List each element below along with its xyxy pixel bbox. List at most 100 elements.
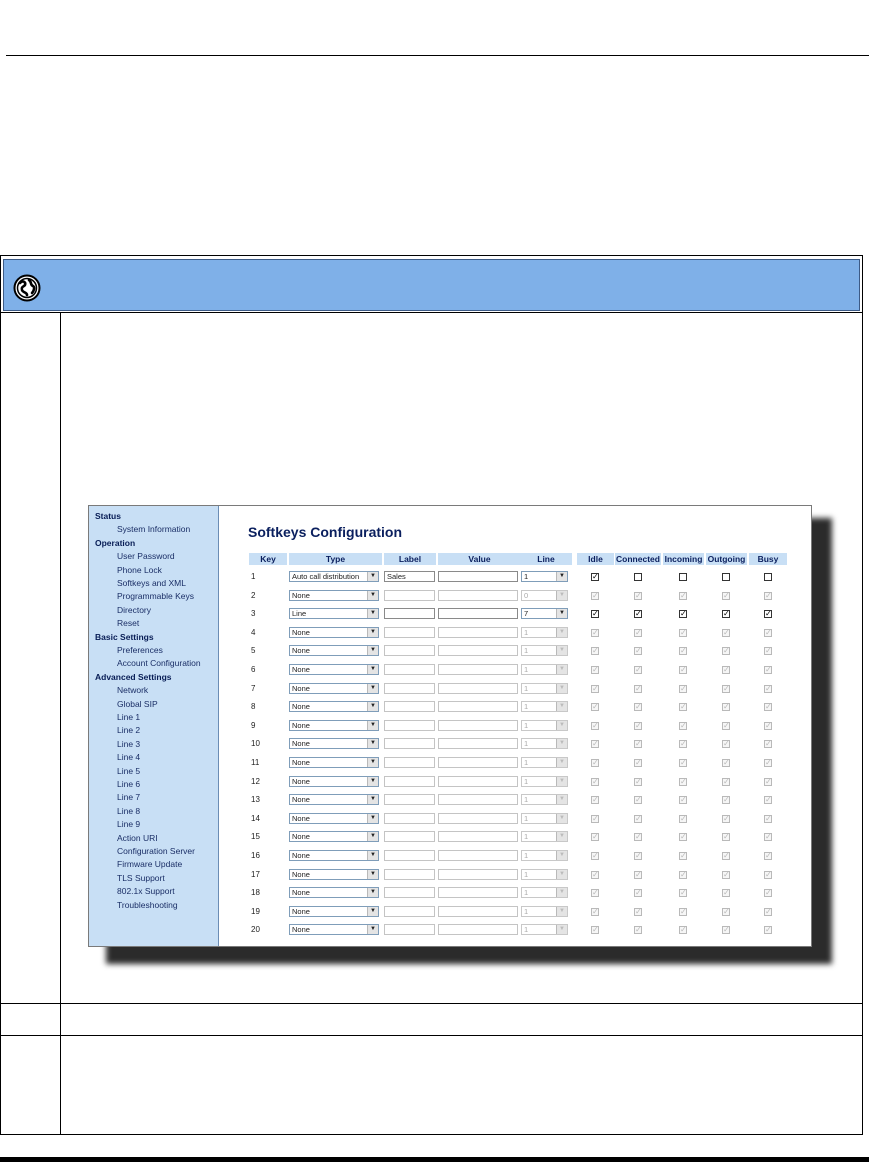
outgoing-checkbox[interactable]: ✓ (722, 703, 730, 712)
type-select[interactable]: None ▼ (289, 868, 379, 880)
label-field[interactable] (384, 589, 435, 601)
incoming-checkbox[interactable]: ✓ (679, 814, 687, 823)
label-field[interactable] (384, 831, 435, 843)
outgoing-checkbox[interactable]: ✓ (722, 721, 730, 730)
line-select[interactable]: 1 ▼ (521, 645, 568, 657)
incoming-checkbox[interactable]: ✓ (679, 759, 687, 767)
nav-link-network[interactable]: Network (117, 685, 148, 695)
type-select[interactable]: None ▼ (289, 589, 379, 601)
nav-link-phone-lock[interactable]: Phone Lock (117, 565, 162, 575)
value-field[interactable] (438, 626, 518, 638)
outgoing-checkbox[interactable]: ✓ (722, 759, 730, 767)
label-field[interactable] (384, 850, 435, 861)
nav-link-tls-support[interactable]: TLS Support (117, 873, 165, 883)
type-select[interactable]: None ▼ (289, 738, 379, 750)
label-field[interactable] (384, 905, 435, 917)
line-select[interactable]: 1 ▼ (521, 682, 568, 694)
value-field[interactable] (438, 608, 518, 620)
outgoing-checkbox[interactable]: ✓ (722, 647, 730, 656)
idle-checkbox[interactable]: ✓ (591, 721, 599, 730)
nav-link-line-4[interactable]: Line 4 (117, 752, 140, 762)
connected-checkbox[interactable]: ✓ (634, 684, 642, 693)
busy-checkbox[interactable]: ✓ (764, 796, 772, 805)
label-field[interactable] (384, 794, 435, 806)
idle-checkbox[interactable]: ✓ (591, 628, 599, 637)
nav-link-directory[interactable]: Directory (117, 605, 151, 615)
type-select[interactable]: None ▼ (289, 850, 379, 861)
connected-checkbox[interactable]: ✓ (634, 740, 642, 749)
nav-link-firmware-update[interactable]: Firmware Update (117, 859, 182, 869)
outgoing-checkbox[interactable]: ✓ (722, 628, 730, 637)
outgoing-checkbox[interactable]: ✓ (722, 833, 730, 842)
value-field[interactable] (438, 868, 518, 880)
idle-checkbox[interactable]: ✓ (591, 573, 599, 581)
connected-checkbox[interactable] (634, 573, 642, 581)
busy-checkbox[interactable]: ✓ (764, 870, 772, 879)
idle-checkbox[interactable]: ✓ (591, 889, 599, 898)
outgoing-checkbox[interactable]: ✓ (722, 926, 730, 935)
line-select[interactable]: 1 ▼ (521, 850, 568, 861)
nav-link-802-1x-support[interactable]: 802.1x Support (117, 886, 175, 896)
line-select[interactable]: 1 ▼ (521, 571, 568, 582)
incoming-checkbox[interactable]: ✓ (679, 796, 687, 805)
label-field[interactable] (384, 608, 435, 620)
type-select[interactable]: None ▼ (289, 682, 379, 694)
busy-checkbox[interactable]: ✓ (764, 777, 772, 786)
line-select[interactable]: 1 ▼ (521, 719, 568, 731)
connected-checkbox[interactable]: ✓ (634, 777, 642, 786)
idle-checkbox[interactable]: ✓ (591, 759, 599, 767)
line-select[interactable]: 1 ▼ (521, 738, 568, 750)
line-select[interactable]: 1 ▼ (521, 701, 568, 713)
value-field[interactable] (438, 589, 518, 601)
idle-checkbox[interactable]: ✓ (591, 610, 599, 619)
idle-checkbox[interactable]: ✓ (591, 647, 599, 656)
incoming-checkbox[interactable]: ✓ (679, 852, 687, 860)
nav-link-reset[interactable]: Reset (117, 618, 139, 628)
label-field[interactable] (384, 701, 435, 713)
type-select[interactable]: None ▼ (289, 719, 379, 731)
value-field[interactable] (438, 645, 518, 657)
nav-link-line-7[interactable]: Line 7 (117, 792, 140, 802)
line-select[interactable]: 1 ▼ (521, 887, 568, 899)
outgoing-checkbox[interactable]: ✓ (722, 796, 730, 805)
idle-checkbox[interactable]: ✓ (591, 740, 599, 749)
connected-checkbox[interactable]: ✓ (634, 833, 642, 842)
connected-checkbox[interactable]: ✓ (634, 889, 642, 898)
connected-checkbox[interactable]: ✓ (634, 703, 642, 712)
idle-checkbox[interactable]: ✓ (591, 870, 599, 879)
label-field[interactable] (384, 868, 435, 880)
idle-checkbox[interactable]: ✓ (591, 852, 599, 860)
type-select[interactable]: None ▼ (289, 887, 379, 899)
label-field[interactable]: Sales (384, 571, 435, 582)
outgoing-checkbox[interactable]: ✓ (722, 852, 730, 860)
line-select[interactable]: 0 ▼ (521, 589, 568, 601)
nav-link-preferences[interactable]: Preferences (117, 645, 163, 655)
incoming-checkbox[interactable]: ✓ (679, 703, 687, 712)
busy-checkbox[interactable] (764, 573, 772, 581)
busy-checkbox[interactable]: ✓ (764, 926, 772, 935)
outgoing-checkbox[interactable]: ✓ (722, 889, 730, 898)
type-select[interactable]: None ▼ (289, 664, 379, 675)
idle-checkbox[interactable]: ✓ (591, 833, 599, 842)
incoming-checkbox[interactable]: ✓ (679, 610, 687, 619)
line-select[interactable]: 1 ▼ (521, 794, 568, 806)
incoming-checkbox[interactable] (679, 573, 687, 581)
busy-checkbox[interactable]: ✓ (764, 628, 772, 637)
idle-checkbox[interactable]: ✓ (591, 814, 599, 823)
nav-link-user-password[interactable]: User Password (117, 551, 175, 561)
incoming-checkbox[interactable]: ✓ (679, 907, 687, 916)
idle-checkbox[interactable]: ✓ (591, 777, 599, 786)
value-field[interactable] (438, 701, 518, 713)
nav-link-line-3[interactable]: Line 3 (117, 739, 140, 749)
value-field[interactable] (438, 812, 518, 824)
outgoing-checkbox[interactable]: ✓ (722, 610, 730, 619)
outgoing-checkbox[interactable]: ✓ (722, 684, 730, 693)
nav-link-line-1[interactable]: Line 1 (117, 712, 140, 722)
busy-checkbox[interactable]: ✓ (764, 740, 772, 749)
incoming-checkbox[interactable]: ✓ (679, 591, 687, 600)
nav-link-line-5[interactable]: Line 5 (117, 766, 140, 776)
nav-link-programmable-keys[interactable]: Programmable Keys (117, 591, 194, 601)
connected-checkbox[interactable]: ✓ (634, 852, 642, 860)
incoming-checkbox[interactable]: ✓ (679, 777, 687, 786)
idle-checkbox[interactable]: ✓ (591, 666, 599, 674)
